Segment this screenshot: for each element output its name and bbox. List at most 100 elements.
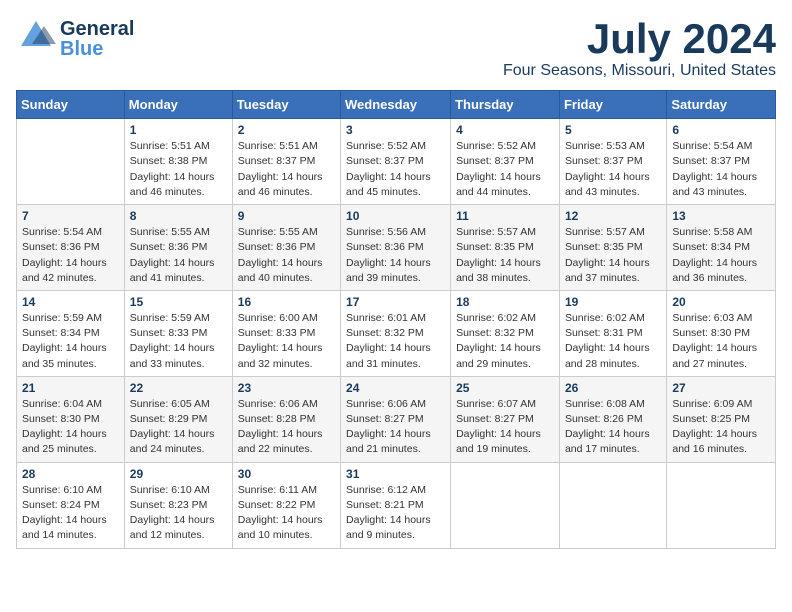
- calendar-week-row: 7 Sunrise: 5:54 AM Sunset: 8:36 PM Daylig…: [17, 205, 776, 291]
- day-number: 30: [238, 467, 335, 481]
- day-of-week-header: Sunday: [17, 91, 125, 119]
- title-section: July 2024 Four Seasons, Missouri, United…: [503, 16, 776, 80]
- day-number: 9: [238, 209, 335, 223]
- calendar-cell: 14 Sunrise: 5:59 AM Sunset: 8:34 PM Dayli…: [17, 290, 125, 376]
- calendar-cell: 2Sunrise: 5:51 AM Sunset: 8:37 PM Daylig…: [232, 119, 340, 205]
- day-number: 1: [130, 123, 227, 137]
- calendar-cell: 24Sunrise: 6:06 AM Sunset: 8:27 PM Dayli…: [341, 376, 451, 462]
- day-of-week-header: Tuesday: [232, 91, 340, 119]
- cell-info: Sunrise: 6:01 AM Sunset: 8:32 PM Dayligh…: [346, 311, 445, 372]
- logo-icon: [16, 16, 56, 61]
- cell-info: Sunrise: 5:53 AM Sunset: 8:37 PM Dayligh…: [565, 139, 661, 200]
- day-number: 25: [456, 381, 554, 395]
- page-header: General Blue July 2024 Four Seasons, Mis…: [16, 16, 776, 80]
- day-number: 6: [672, 123, 770, 137]
- day-number: 4: [456, 123, 554, 137]
- cell-info: Sunrise: 5:51 AM Sunset: 8:38 PM Dayligh…: [130, 139, 227, 200]
- calendar-table: SundayMondayTuesdayWednesdayThursdayFrid…: [16, 90, 776, 548]
- calendar-cell: 13 Sunrise: 5:58 AM Sunset: 8:34 PM Dayli…: [667, 205, 776, 291]
- logo: General Blue: [16, 16, 134, 61]
- cell-info: Sunrise: 6:11 AM Sunset: 8:22 PM Dayligh…: [238, 483, 335, 544]
- calendar-header-row: SundayMondayTuesdayWednesdayThursdayFrid…: [17, 91, 776, 119]
- calendar-cell: 29 Sunrise: 6:10 AM Sunset: 8:23 PM Dayli…: [124, 462, 232, 548]
- calendar-week-row: 21 Sunrise: 6:04 AM Sunset: 8:30 PM Dayli…: [17, 376, 776, 462]
- day-number: 14: [22, 295, 119, 309]
- day-number: 28: [22, 467, 119, 481]
- day-number: 5: [565, 123, 661, 137]
- cell-info: Sunrise: 6:03 AM Sunset: 8:30 PM Dayligh…: [672, 311, 770, 372]
- calendar-cell: 25 Sunrise: 6:07 AM Sunset: 8:27 PM Dayli…: [451, 376, 560, 462]
- day-number: 29: [130, 467, 227, 481]
- calendar-cell: [451, 462, 560, 548]
- day-number: 10: [346, 209, 445, 223]
- cell-info: Sunrise: 5:55 AM Sunset: 8:36 PM Dayligh…: [238, 225, 335, 286]
- day-number: 13: [672, 209, 770, 223]
- calendar-cell: 28Sunrise: 6:10 AM Sunset: 8:24 PM Dayli…: [17, 462, 125, 548]
- calendar-cell: 16Sunrise: 6:00 AM Sunset: 8:33 PM Dayli…: [232, 290, 340, 376]
- cell-info: Sunrise: 5:52 AM Sunset: 8:37 PM Dayligh…: [346, 139, 445, 200]
- calendar-cell: 17 Sunrise: 6:01 AM Sunset: 8:32 PM Dayli…: [341, 290, 451, 376]
- month-year-title: July 2024: [503, 16, 776, 62]
- cell-info: Sunrise: 5:52 AM Sunset: 8:37 PM Dayligh…: [456, 139, 554, 200]
- calendar-cell: 11 Sunrise: 5:57 AM Sunset: 8:35 PM Dayli…: [451, 205, 560, 291]
- location-text: Four Seasons, Missouri, United States: [503, 62, 776, 80]
- day-of-week-header: Thursday: [451, 91, 560, 119]
- cell-info: Sunrise: 6:04 AM Sunset: 8:30 PM Dayligh…: [22, 397, 119, 458]
- day-number: 15: [130, 295, 227, 309]
- day-number: 11: [456, 209, 554, 223]
- day-number: 31: [346, 467, 445, 481]
- calendar-cell: [667, 462, 776, 548]
- cell-info: Sunrise: 5:54 AM Sunset: 8:37 PM Dayligh…: [672, 139, 770, 200]
- cell-info: Sunrise: 6:06 AM Sunset: 8:27 PM Dayligh…: [346, 397, 445, 458]
- cell-info: Sunrise: 5:57 AM Sunset: 8:35 PM Dayligh…: [456, 225, 554, 286]
- day-of-week-header: Friday: [559, 91, 666, 119]
- cell-info: Sunrise: 6:06 AM Sunset: 8:28 PM Dayligh…: [238, 397, 335, 458]
- cell-info: Sunrise: 5:56 AM Sunset: 8:36 PM Dayligh…: [346, 225, 445, 286]
- calendar-week-row: 28Sunrise: 6:10 AM Sunset: 8:24 PM Dayli…: [17, 462, 776, 548]
- calendar-cell: 27Sunrise: 6:09 AM Sunset: 8:25 PM Dayli…: [667, 376, 776, 462]
- day-number: 7: [22, 209, 119, 223]
- day-of-week-header: Monday: [124, 91, 232, 119]
- cell-info: Sunrise: 6:02 AM Sunset: 8:31 PM Dayligh…: [565, 311, 661, 372]
- day-number: 16: [238, 295, 335, 309]
- cell-info: Sunrise: 5:55 AM Sunset: 8:36 PM Dayligh…: [130, 225, 227, 286]
- day-number: 3: [346, 123, 445, 137]
- logo-blue-text: Blue: [60, 39, 134, 59]
- calendar-week-row: 14 Sunrise: 5:59 AM Sunset: 8:34 PM Dayli…: [17, 290, 776, 376]
- day-number: 26: [565, 381, 661, 395]
- calendar-cell: 20Sunrise: 6:03 AM Sunset: 8:30 PM Dayli…: [667, 290, 776, 376]
- logo-general-text: General: [60, 19, 134, 39]
- cell-info: Sunrise: 5:59 AM Sunset: 8:34 PM Dayligh…: [22, 311, 119, 372]
- calendar-cell: 23Sunrise: 6:06 AM Sunset: 8:28 PM Dayli…: [232, 376, 340, 462]
- cell-info: Sunrise: 5:58 AM Sunset: 8:34 PM Dayligh…: [672, 225, 770, 286]
- day-number: 19: [565, 295, 661, 309]
- cell-info: Sunrise: 6:12 AM Sunset: 8:21 PM Dayligh…: [346, 483, 445, 544]
- calendar-cell: 22Sunrise: 6:05 AM Sunset: 8:29 PM Dayli…: [124, 376, 232, 462]
- calendar-cell: [559, 462, 666, 548]
- calendar-cell: 3 Sunrise: 5:52 AM Sunset: 8:37 PM Daylig…: [341, 119, 451, 205]
- cell-info: Sunrise: 6:08 AM Sunset: 8:26 PM Dayligh…: [565, 397, 661, 458]
- cell-info: Sunrise: 6:07 AM Sunset: 8:27 PM Dayligh…: [456, 397, 554, 458]
- day-number: 12: [565, 209, 661, 223]
- calendar-cell: 18Sunrise: 6:02 AM Sunset: 8:32 PM Dayli…: [451, 290, 560, 376]
- day-number: 21: [22, 381, 119, 395]
- cell-info: Sunrise: 6:10 AM Sunset: 8:23 PM Dayligh…: [130, 483, 227, 544]
- cell-info: Sunrise: 6:09 AM Sunset: 8:25 PM Dayligh…: [672, 397, 770, 458]
- cell-info: Sunrise: 5:51 AM Sunset: 8:37 PM Dayligh…: [238, 139, 335, 200]
- calendar-week-row: 1 Sunrise: 5:51 AM Sunset: 8:38 PM Daylig…: [17, 119, 776, 205]
- calendar-cell: 4 Sunrise: 5:52 AM Sunset: 8:37 PM Daylig…: [451, 119, 560, 205]
- calendar-cell: 12 Sunrise: 5:57 AM Sunset: 8:35 PM Dayli…: [559, 205, 666, 291]
- cell-info: Sunrise: 5:57 AM Sunset: 8:35 PM Dayligh…: [565, 225, 661, 286]
- calendar-cell: 8 Sunrise: 5:55 AM Sunset: 8:36 PM Daylig…: [124, 205, 232, 291]
- calendar-cell: 9 Sunrise: 5:55 AM Sunset: 8:36 PM Daylig…: [232, 205, 340, 291]
- day-number: 17: [346, 295, 445, 309]
- calendar-cell: 30 Sunrise: 6:11 AM Sunset: 8:22 PM Dayli…: [232, 462, 340, 548]
- cell-info: Sunrise: 5:54 AM Sunset: 8:36 PM Dayligh…: [22, 225, 119, 286]
- day-of-week-header: Wednesday: [341, 91, 451, 119]
- day-number: 8: [130, 209, 227, 223]
- calendar-cell: 21 Sunrise: 6:04 AM Sunset: 8:30 PM Dayli…: [17, 376, 125, 462]
- cell-info: Sunrise: 6:02 AM Sunset: 8:32 PM Dayligh…: [456, 311, 554, 372]
- day-number: 22: [130, 381, 227, 395]
- calendar-cell: 10 Sunrise: 5:56 AM Sunset: 8:36 PM Dayli…: [341, 205, 451, 291]
- cell-info: Sunrise: 5:59 AM Sunset: 8:33 PM Dayligh…: [130, 311, 227, 372]
